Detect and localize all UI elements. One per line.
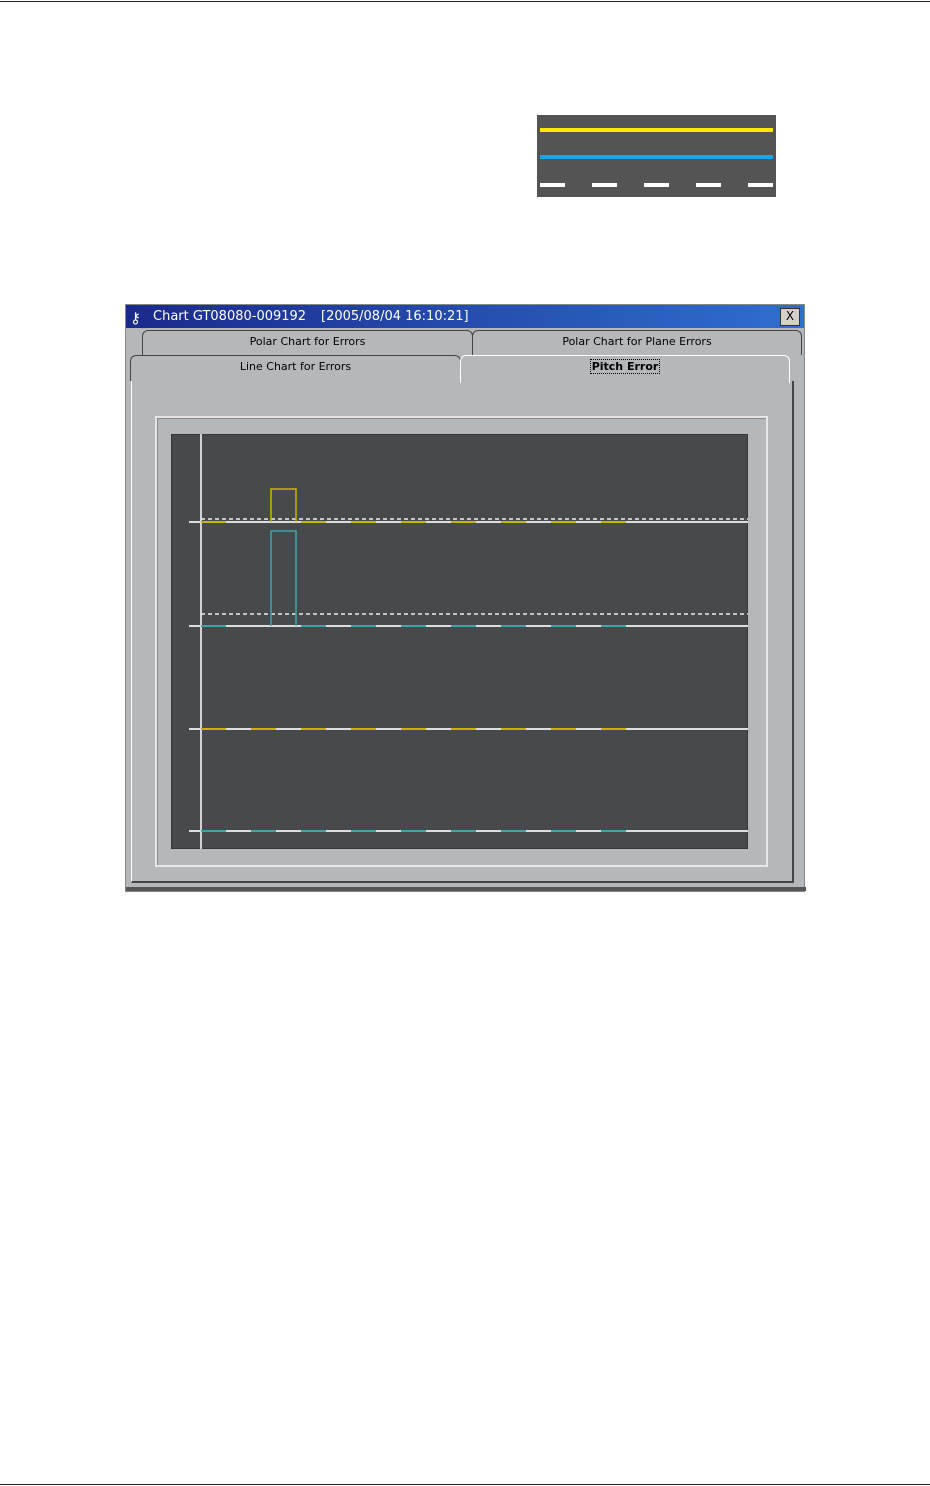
- plot-background: [171, 434, 748, 849]
- tab-panel: [131, 381, 794, 883]
- legend-yellow-line: [540, 128, 773, 132]
- status-strip: [126, 887, 806, 891]
- line-legend: [537, 115, 776, 197]
- tab-polar-chart-plane-errors[interactable]: Polar Chart for Plane Errors: [472, 330, 802, 355]
- window-timestamp: [2005/08/04 16:10:21]: [321, 309, 469, 324]
- app-icon: ⚷: [130, 309, 141, 327]
- tab-line-chart-errors[interactable]: Line Chart for Errors: [130, 355, 461, 381]
- close-button[interactable]: X: [780, 308, 800, 326]
- top-rule: [0, 1, 930, 2]
- window-title: Chart GT08080-009192: [153, 309, 307, 324]
- tab-pitch-error[interactable]: Pitch Error: [460, 355, 790, 383]
- tab-pitch-error-label: Pitch Error: [589, 359, 661, 374]
- document-page: ⚷ Chart GT08080-009192 [2005/08/04 16:10…: [0, 0, 930, 1486]
- chart-window: ⚷ Chart GT08080-009192 [2005/08/04 16:10…: [125, 304, 806, 892]
- pitch-error-chart: [171, 434, 748, 849]
- bottom-rule: [0, 1484, 930, 1485]
- legend-blue-line: [540, 155, 773, 159]
- title-bar: ⚷ Chart GT08080-009192 [2005/08/04 16:10…: [126, 305, 804, 328]
- legend-dashed-line: [540, 183, 773, 187]
- tab-polar-chart-errors[interactable]: Polar Chart for Errors: [142, 330, 473, 355]
